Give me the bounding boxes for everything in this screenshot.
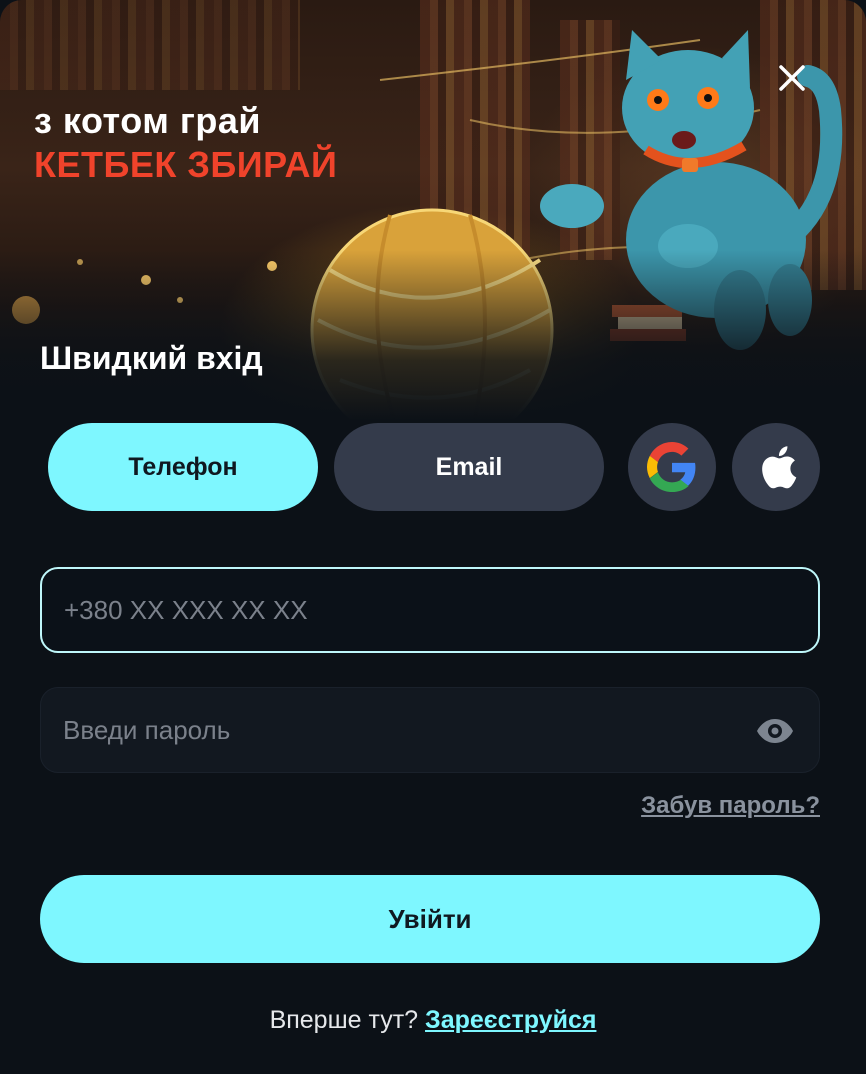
google-icon xyxy=(647,442,696,492)
signup-prompt: Вперше тут? xyxy=(269,1006,419,1034)
login-modal: з котом грай КЕТБЕК ЗБИРАЙ Швидкий вхід … xyxy=(0,0,866,1074)
show-password-button[interactable] xyxy=(755,713,795,749)
forgot-password-link[interactable]: Забув пароль? xyxy=(641,792,820,820)
signup-row: Вперше тут? Зареєструйся xyxy=(0,1006,866,1035)
signup-link[interactable]: Зареєструйся xyxy=(425,1006,596,1034)
login-button[interactable]: Увійти xyxy=(40,875,820,963)
apple-login-button[interactable] xyxy=(732,423,820,511)
password-input[interactable] xyxy=(41,688,819,772)
google-login-button[interactable] xyxy=(628,423,716,511)
password-field xyxy=(40,687,820,773)
close-button[interactable] xyxy=(772,58,812,98)
apple-icon xyxy=(762,446,797,489)
tab-email[interactable]: Email xyxy=(334,423,604,511)
promo-subheadline: КЕТБЕК ЗБИРАЙ xyxy=(34,144,338,185)
phone-input[interactable] xyxy=(42,569,818,651)
close-icon xyxy=(779,65,805,91)
banner-fade xyxy=(0,250,866,420)
eye-icon xyxy=(757,719,793,743)
promo-headline: з котом грай xyxy=(34,100,261,141)
page-title: Швидкий вхід xyxy=(40,340,263,376)
tab-phone[interactable]: Телефон xyxy=(48,423,318,511)
phone-field xyxy=(40,567,820,653)
